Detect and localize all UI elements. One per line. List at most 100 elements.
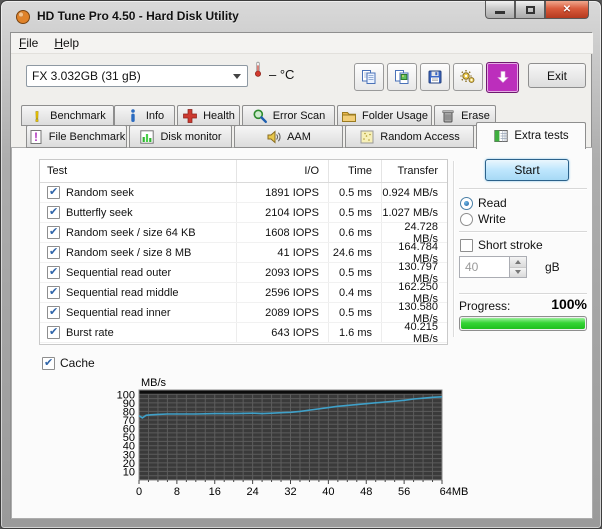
menu-file[interactable]: File [11,34,46,52]
svg-text:64MB: 64MB [440,486,469,498]
io-value: 2104 IOPS [236,203,328,222]
svg-text:24: 24 [247,486,259,498]
transfer-value: 130.797 MB/s [381,263,447,282]
time-value: 0.4 ms [328,283,381,302]
drive-selector-value: FX 3.032GB (31 gB) [32,69,141,83]
test-name: Sequential read inner [66,307,171,319]
health-icon [182,108,198,124]
test-checkbox[interactable] [47,246,60,259]
start-button[interactable]: Start [485,159,569,181]
io-value: 1891 IOPS [236,183,328,202]
write-label: Write [478,212,506,226]
short-stroke-label: Short stroke [478,238,543,252]
read-radio[interactable] [460,197,473,210]
copy-text-button[interactable] [354,63,384,91]
test-checkbox[interactable] [47,186,60,199]
tab-extra-tests[interactable]: Extra tests [476,122,586,149]
column-header-test: Test [40,165,236,177]
test-name: Burst rate [66,327,114,339]
test-name: Random seek / size 8 MB [66,247,191,259]
temperature-readout: – °C [269,67,294,82]
tab-label: AAM [287,131,311,143]
svg-text:MB/s: MB/s [141,377,167,389]
chevron-down-icon [233,74,241,79]
info-icon [125,108,141,124]
write-option[interactable]: Write [460,212,506,226]
column-header-io: I/O [236,160,328,182]
copy-image-icon [394,69,410,85]
tab-label: Error Scan [273,110,326,122]
progress-bar [459,316,587,331]
svg-text:0: 0 [136,486,142,498]
divider [459,188,587,190]
tab-file-benchmark[interactable]: ! File Benchmark [26,125,127,148]
tab-info[interactable]: Info [114,105,175,126]
progress-value: 100% [459,296,587,312]
minimize-button[interactable] [485,1,515,19]
capacity-value: 40 [460,257,509,277]
disk-monitor-icon [139,129,155,145]
time-value: 0.5 ms [328,303,381,322]
time-value: 0.6 ms [328,223,381,242]
app-icon [15,9,31,25]
read-option[interactable]: Read [460,196,507,210]
tab-disk-monitor[interactable]: Disk monitor [129,125,232,148]
save-button[interactable] [420,63,450,91]
short-stroke-option[interactable]: Short stroke [460,238,543,252]
screen-capture-button[interactable] [486,62,519,93]
drive-selector[interactable]: FX 3.032GB (31 gB) [26,65,248,87]
results-table: Test I/O Time Transfer Random seek 1891 I… [39,159,448,345]
tab-error-scan[interactable]: Error Scan [242,105,335,126]
stepper-up-button[interactable] [510,257,526,268]
test-name: Sequential read outer [66,267,171,279]
tab-label: Disk monitor [160,131,221,143]
cache-checkbox[interactable] [42,357,55,370]
table-body: Random seek1891 IOPS0.5 ms0.924 MB/sButt… [40,183,447,343]
copy-image-button[interactable] [387,63,417,91]
time-value: 0.5 ms [328,263,381,282]
maximize-button[interactable] [515,1,545,19]
file-benchmark-icon: ! [28,129,44,145]
column-header-transfer: Transfer [381,160,447,182]
random-access-icon [359,129,375,145]
options-button[interactable] [453,63,483,91]
short-stroke-checkbox[interactable] [460,239,473,252]
test-checkbox[interactable] [47,326,60,339]
tab-health[interactable]: Health [177,105,240,126]
test-checkbox[interactable] [47,306,60,319]
io-value: 1608 IOPS [236,223,328,242]
tab-benchmark[interactable]: !Benchmark [21,105,114,126]
vertical-divider [453,161,455,337]
test-checkbox[interactable] [47,206,60,219]
test-name: Sequential read middle [66,287,179,299]
column-header-time: Time [328,160,381,182]
tab-label: Random Access [380,131,459,143]
tab-folder-usage[interactable]: Folder Usage [337,105,432,126]
tab-label: Erase [461,110,490,122]
tab-aam[interactable]: AAM [234,125,343,148]
app-window: HD Tune Pro 4.50 - Hard Disk Utility ✕ F… [0,0,602,529]
test-checkbox[interactable] [47,226,60,239]
menu-help[interactable]: Help [46,34,87,52]
divider [459,231,587,233]
capacity-stepper[interactable]: 40 [459,256,527,278]
chevron-down-icon [515,270,521,274]
write-radio[interactable] [460,213,473,226]
table-header: Test I/O Time Transfer [40,160,447,183]
test-checkbox[interactable] [47,286,60,299]
cache-option[interactable]: Cache [42,356,95,370]
cache-label: Cache [60,356,95,370]
exit-button[interactable]: Exit [528,63,586,88]
transfer-value: 162.250 MB/s [381,283,447,302]
extra-tests-icon [493,128,509,144]
transfer-value: 24.728 MB/s [381,223,447,242]
tab-label: Extra tests [514,130,568,142]
test-checkbox[interactable] [47,266,60,279]
close-button[interactable]: ✕ [545,1,589,19]
tab-label: File Benchmark [49,131,125,143]
cache-speed-chart: MB/s102030405060708090100081624324048566… [99,373,491,508]
tab-random-access[interactable]: Random Access [345,125,474,148]
benchmark-icon: ! [29,108,45,124]
stepper-down-button[interactable] [510,268,526,278]
test-name: Random seek [66,187,134,199]
